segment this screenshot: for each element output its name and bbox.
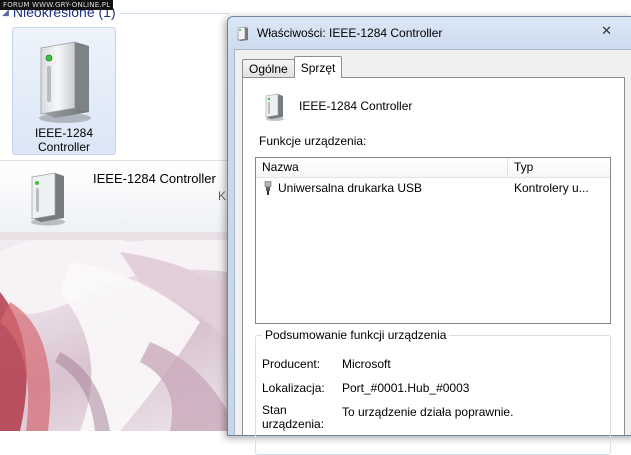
- details-pane: IEEE-1284 Controller K: [0, 160, 228, 233]
- usb-plug-icon: [264, 181, 272, 195]
- list-item-name: Uniwersalna drukarka USB: [278, 181, 423, 195]
- wallpaper-artwork: [0, 232, 228, 431]
- function-summary-group: Podsumowanie funkcji urządzenia Producen…: [255, 328, 611, 455]
- desktop-wallpaper: [0, 232, 228, 431]
- external-drive-icon: [31, 172, 65, 226]
- tab-general[interactable]: Ogólne: [242, 59, 295, 78]
- watermark: FORUM WWW.GRY-ONLINE.PL: [0, 0, 114, 10]
- device-name: IEEE-1284 Controller: [299, 99, 413, 113]
- status-value: To urządzenie działa poprawnie.: [342, 405, 514, 419]
- device-tile-label: IEEE-1284 Controller: [34, 126, 94, 154]
- producer-label: Producent:: [262, 357, 321, 371]
- device-functions-list[interactable]: Nazwa Typ Uniwersalna drukarka USB Kontr…: [255, 157, 611, 324]
- dialog-body: Ogólne Sprzęt IEEE-1284 Controller Funkc…: [234, 49, 631, 455]
- close-icon[interactable]: ✕: [601, 23, 612, 39]
- column-header-type[interactable]: Typ: [508, 158, 610, 177]
- list-item[interactable]: Uniwersalna drukarka USB Kontrolery u...: [256, 178, 610, 198]
- device-functions-label: Funkcje urządzenia:: [259, 134, 367, 148]
- location-label: Lokalizacja:: [262, 381, 325, 395]
- details-device-name: IEEE-1284 Controller: [93, 171, 216, 186]
- properties-dialog: Właściwości: IEEE-1284 Controller ✕ Ogól…: [227, 16, 631, 455]
- tab-hardware[interactable]: Sprzęt: [293, 56, 343, 78]
- dialog-title: Właściwości: IEEE-1284 Controller: [257, 26, 443, 40]
- list-header: Nazwa Typ: [256, 158, 610, 178]
- group-divider: [119, 12, 230, 14]
- list-item-type: Kontrolery u...: [514, 181, 589, 195]
- producer-value: Microsoft: [342, 357, 391, 371]
- location-value: Port_#0001.Hub_#0003: [342, 381, 470, 395]
- hardware-tab-panel: IEEE-1284 Controller Funkcje urządzenia:…: [242, 77, 625, 455]
- dialog-titlebar[interactable]: Właściwości: IEEE-1284 Controller ✕: [228, 17, 631, 47]
- status-label-line2: urządzenia:: [262, 417, 325, 431]
- tab-strip: Ogólne Sprzęt: [242, 56, 343, 78]
- column-header-name[interactable]: Nazwa: [256, 158, 508, 177]
- summary-title: Podsumowanie funkcji urządzenia: [262, 328, 450, 342]
- status-label-line1: Stan: [262, 403, 287, 417]
- device-tile-ieee1284[interactable]: IEEE-1284 Controller: [12, 27, 116, 155]
- external-drive-icon: [39, 41, 91, 123]
- external-drive-icon: [265, 93, 284, 121]
- device-icon: [237, 26, 248, 41]
- details-truncated-text: K: [218, 189, 227, 203]
